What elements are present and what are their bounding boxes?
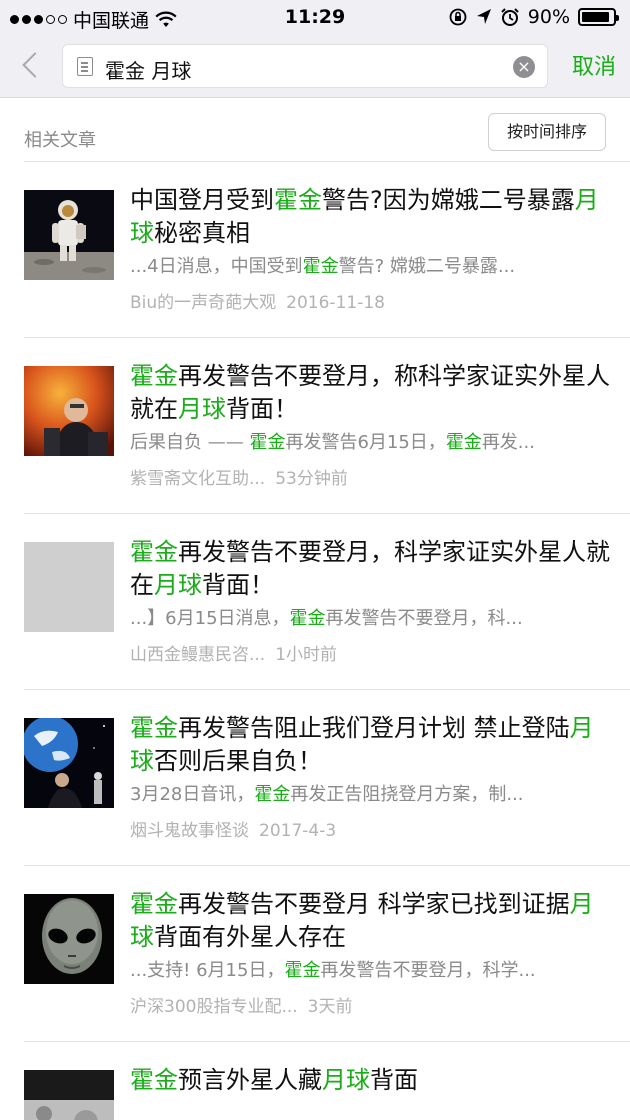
battery-percent: 90% — [527, 6, 570, 28]
result-meta: 沪深300股指专业配... 3天前 — [130, 992, 353, 1017]
title-text: 否则后果自负！ — [154, 747, 322, 775]
title-text: 背面！ — [202, 571, 274, 599]
title-text: 中国登月受到 — [130, 186, 274, 214]
snippet-text: 后果自负 —— — [130, 432, 250, 453]
highlight-keyword: 月球 — [154, 571, 202, 599]
alarm-icon — [501, 8, 519, 26]
cancel-button[interactable]: 取消 — [572, 49, 616, 81]
title-text: 背面有外星人存在 — [154, 923, 346, 951]
search-input[interactable]: 霍金 月球 × — [62, 44, 548, 88]
result-title[interactable]: 霍金再发警告阻止我们登月计划 禁止登陆月球否则后果自负！ — [130, 712, 610, 778]
snippet-text: 再发警告6月15日， — [285, 432, 446, 453]
result-time: 2017-4-3 — [259, 821, 337, 841]
result-item[interactable]: 霍金再发警告不要登月 科学家已找到证据月球背面有外星人存在 ...支持! 6月15… — [24, 866, 630, 1042]
result-item[interactable]: 霍金预言外星人藏月球背面 — [24, 1042, 630, 1120]
result-meta: 山西金鳗惠民咨... 1小时前 — [130, 640, 337, 665]
sort-by-time-button[interactable]: 按时间排序 — [488, 113, 606, 151]
highlight-keyword: 月球 — [178, 395, 226, 423]
search-query-text[interactable]: 霍金 月球 — [105, 55, 191, 84]
highlight-keyword: 霍金 — [274, 186, 322, 214]
search-header: 霍金 月球 × 取消 — [0, 34, 630, 98]
status-right: 90% — [448, 6, 619, 28]
result-source: 紫雪斋文化互助... — [130, 469, 266, 489]
orientation-lock-icon — [449, 8, 467, 26]
highlight-keyword: 霍金 — [249, 432, 286, 453]
snippet-text: 再发正告阻挠登月方案，制... — [290, 784, 524, 805]
result-title[interactable]: 霍金再发警告不要登月，科学家证实外星人就在月球背面！ — [130, 536, 610, 602]
highlight-keyword: 霍金 — [130, 890, 178, 918]
result-meta: 烟斗鬼故事怪谈 2017-4-3 — [130, 816, 336, 841]
result-thumbnail — [24, 894, 114, 984]
highlight-keyword: 霍金 — [284, 960, 321, 981]
highlight-keyword: 霍金 — [130, 362, 178, 390]
result-time: 3天前 — [307, 997, 353, 1017]
highlight-keyword: 霍金 — [130, 538, 178, 566]
title-text: 警告?因为嫦娥二号暴露 — [322, 186, 575, 214]
result-snippet: ...4日消息，中国受到霍金警告? 嫦娥二号暴露... — [130, 252, 610, 278]
result-item[interactable]: 中国登月受到霍金警告?因为嫦娥二号暴露月球秘密真相 ...4日消息，中国受到霍金警… — [24, 162, 630, 338]
highlight-keyword: 月球 — [322, 1066, 370, 1094]
title-text: 再发警告不要登月 科学家已找到证据 — [178, 890, 570, 918]
result-item[interactable]: 霍金再发警告不要登月，科学家证实外星人就在月球背面！ ...】6月15日消息，霍金… — [24, 514, 630, 690]
highlight-keyword: 霍金 — [130, 1066, 178, 1094]
title-text: 背面！ — [226, 395, 298, 423]
snippet-text: 再发... — [481, 432, 535, 453]
result-source: Biu的一声奇葩大观 — [130, 293, 277, 313]
title-text: 背面 — [370, 1066, 418, 1094]
result-thumbnail — [24, 718, 114, 808]
title-text: 预言外星人藏 — [178, 1066, 322, 1094]
result-source: 山西金鳗惠民咨... — [130, 645, 266, 665]
title-text: 秘密真相 — [154, 219, 250, 247]
result-item[interactable]: 霍金再发警告阻止我们登月计划 禁止登陆月球否则后果自负！ 3月28日音讯，霍金再发… — [24, 690, 630, 866]
result-time: 53分钟前 — [275, 469, 348, 489]
highlight-keyword: 霍金 — [445, 432, 482, 453]
highlight-keyword: 霍金 — [302, 256, 339, 277]
snippet-text: ...】6月15日消息， — [130, 608, 290, 629]
result-title[interactable]: 霍金预言外星人藏月球背面 — [130, 1064, 610, 1097]
result-thumbnail — [24, 366, 114, 456]
snippet-text: 再发警告不要登月，科学... — [320, 960, 536, 981]
clear-icon[interactable]: × — [513, 56, 535, 78]
result-snippet: ...】6月15日消息，霍金再发警告不要登月，科... — [130, 604, 610, 630]
result-thumbnail — [24, 190, 114, 280]
result-time: 2016-11-18 — [286, 293, 385, 313]
section-title: 相关文章 — [24, 130, 96, 151]
title-text: 再发警告阻止我们登月计划 禁止登陆 — [178, 714, 570, 742]
article-doc-icon — [77, 57, 93, 76]
battery-icon — [578, 8, 619, 26]
snippet-text: 警告? 嫦娥二号暴露... — [338, 256, 516, 277]
highlight-keyword: 霍金 — [254, 784, 291, 805]
result-time: 1小时前 — [275, 645, 338, 665]
snippet-text: 再发警告不要登月，科... — [325, 608, 523, 629]
result-snippet: 后果自负 —— 霍金再发警告6月15日，霍金再发... — [130, 428, 610, 454]
result-title[interactable]: 中国登月受到霍金警告?因为嫦娥二号暴露月球秘密真相 — [130, 184, 610, 250]
result-meta: 紫雪斋文化互助... 53分钟前 — [130, 464, 348, 489]
back-chevron-icon[interactable] — [18, 48, 46, 84]
result-meta: Biu的一声奇葩大观 2016-11-18 — [130, 288, 385, 313]
result-snippet: ...支持! 6月15日，霍金再发警告不要登月，科学... — [130, 956, 610, 982]
result-title[interactable]: 霍金再发警告不要登月 科学家已找到证据月球背面有外星人存在 — [130, 888, 610, 954]
highlight-keyword: 霍金 — [130, 714, 178, 742]
location-icon — [476, 9, 491, 24]
status-bar: 中国联通 11:29 90% — [0, 0, 630, 34]
snippet-text: ...支持! 6月15日， — [130, 960, 285, 981]
result-title[interactable]: 霍金再发警告不要登月，称科学家证实外星人就在月球背面！ — [130, 360, 610, 426]
section-bar: 相关文章 按时间排序 — [0, 98, 630, 162]
result-thumbnail — [24, 542, 114, 632]
result-thumbnail — [24, 1070, 114, 1120]
result-source: 烟斗鬼故事怪谈 — [130, 821, 249, 841]
highlight-keyword: 霍金 — [289, 608, 326, 629]
snippet-text: ...4日消息，中国受到 — [130, 256, 303, 277]
result-snippet: 3月28日音讯，霍金再发正告阻挠登月方案，制... — [130, 780, 610, 806]
result-source: 沪深300股指专业配... — [130, 997, 298, 1017]
snippet-text: 3月28日音讯， — [130, 784, 255, 805]
result-item[interactable]: 霍金再发警告不要登月，称科学家证实外星人就在月球背面！ 后果自负 —— 霍金再发警… — [24, 338, 630, 514]
results-list: 中国登月受到霍金警告?因为嫦娥二号暴露月球秘密真相 ...4日消息，中国受到霍金警… — [0, 162, 630, 1120]
